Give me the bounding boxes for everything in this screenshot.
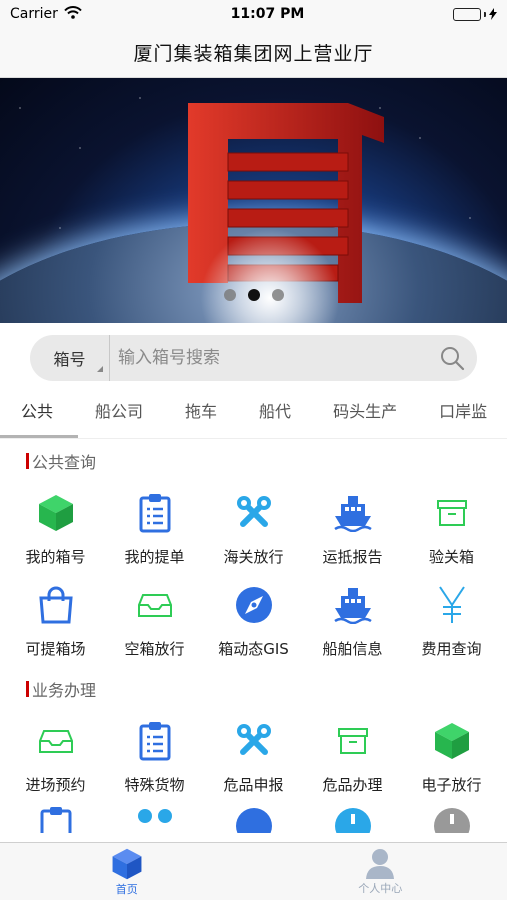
tools-icon [134, 805, 176, 833]
wifi-icon [64, 5, 82, 23]
tab-trucking[interactable]: 拖车 [164, 398, 238, 422]
yen-icon [431, 584, 473, 626]
grid-item-inspection-box[interactable]: 验关箱 [402, 483, 501, 575]
grid-item-empty-release[interactable]: 空箱放行 [105, 575, 204, 667]
grid-item-partial-3[interactable] [204, 803, 303, 833]
archive-box-icon [332, 720, 374, 762]
grid-item-partial-1[interactable] [6, 803, 105, 833]
tab-indicator [0, 435, 78, 438]
grid-item-label: 特殊货物 [124, 775, 185, 794]
section-title-text: 公共查询 [32, 453, 97, 472]
tabbar-profile[interactable]: 个人中心 [254, 843, 507, 900]
carousel-dots[interactable] [0, 289, 507, 301]
cube-icon [112, 848, 142, 879]
nav-bar: 厦门集装箱集团网上营业厅 [0, 28, 507, 78]
cube-icon [35, 492, 77, 534]
search-area: 箱号 [0, 323, 507, 381]
grid-item-fee-query[interactable]: 费用查询 [402, 575, 501, 667]
tab-public[interactable]: 公共 [0, 398, 74, 422]
grid-item-label: 进场预约 [25, 775, 86, 794]
grid-item-label: 验关箱 [428, 547, 474, 566]
section-title-public: 公共查询 [0, 439, 507, 483]
carousel-dot-3[interactable] [271, 289, 284, 301]
carousel-dot-2[interactable] [247, 289, 260, 301]
clipboard-icon [134, 492, 176, 534]
ship-icon [332, 584, 374, 626]
grid-item-label: 空箱放行 [124, 639, 185, 658]
info-icon [332, 805, 374, 833]
section-marker [26, 453, 29, 469]
search-input[interactable] [110, 348, 427, 368]
bottom-tab-bar: 首页 个人中心 [0, 842, 507, 900]
tools-icon [233, 720, 275, 762]
grid-item-vessel-info[interactable]: 船舶信息 [303, 575, 402, 667]
grid-item-partial-2[interactable] [105, 803, 204, 833]
clipboard-icon [134, 720, 176, 762]
archive-box-icon [431, 492, 473, 534]
banner-carousel[interactable] [0, 78, 507, 323]
business-grid-overflow-row [0, 803, 507, 833]
grid-item-arrival-report[interactable]: 运抵报告 [303, 483, 402, 575]
grid-item-label: 箱动态GIS [218, 639, 289, 658]
grid-item-customs-release[interactable]: 海关放行 [204, 483, 303, 575]
user-icon [366, 848, 395, 879]
tab-terminal-production[interactable]: 码头生产 [312, 398, 418, 422]
grid-item-label: 电子放行 [421, 775, 482, 794]
battery-icon [453, 7, 497, 21]
section-title-business: 业务办理 [0, 667, 507, 711]
grid-item-label: 我的箱号 [25, 547, 86, 566]
grid-item-partial-4[interactable] [303, 803, 402, 833]
search-icon[interactable] [427, 345, 477, 371]
section-marker [26, 681, 29, 697]
section-title-text: 业务办理 [32, 681, 97, 700]
grid-item-entry-appointment[interactable]: 进场预约 [6, 711, 105, 803]
tab-shipping-company[interactable]: 船公司 [74, 398, 164, 422]
grid-item-label: 可提箱场 [25, 639, 86, 658]
public-query-grid: 我的箱号 我的提单 海关放行 运抵报告 验关箱 可提箱场 空箱放行 箱动态GIS… [0, 483, 507, 667]
clipboard-icon [35, 805, 77, 833]
compass-icon [233, 805, 275, 833]
business-grid: 进场预约 特殊货物 危品申报 危品办理 电子放行 [0, 711, 507, 803]
more-icon [431, 805, 473, 833]
tabbar-home-label: 首页 [115, 882, 138, 896]
grid-item-label: 运抵报告 [322, 547, 383, 566]
search-type-selector[interactable]: 箱号 [30, 335, 110, 381]
clock: 11:07 PM [230, 6, 305, 22]
inbox-icon [35, 720, 77, 762]
grid-item-container-gis[interactable]: 箱动态GIS [204, 575, 303, 667]
grid-item-special-cargo[interactable]: 特殊货物 [105, 711, 204, 803]
shopping-bag-icon [35, 584, 77, 626]
grid-item-electronic-release[interactable]: 电子放行 [402, 711, 501, 803]
tools-icon [233, 492, 275, 534]
grid-item-label: 费用查询 [421, 639, 482, 658]
tabbar-profile-label: 个人中心 [358, 881, 403, 895]
grid-item-label: 我的提单 [124, 547, 185, 566]
grid-item-dangerous-declare[interactable]: 危品申报 [204, 711, 303, 803]
search-bar: 箱号 [30, 335, 477, 381]
ship-icon [332, 492, 374, 534]
grid-item-dangerous-handling[interactable]: 危品办理 [303, 711, 402, 803]
grid-item-partial-5[interactable] [402, 803, 501, 833]
search-type-label: 箱号 [53, 350, 86, 369]
compass-icon [233, 584, 275, 626]
grid-item-label: 海关放行 [223, 547, 284, 566]
page-title: 厦门集装箱集团网上营业厅 [133, 43, 374, 65]
grid-item-label: 危品办理 [322, 775, 383, 794]
grid-item-my-container[interactable]: 我的箱号 [6, 483, 105, 575]
grid-item-label: 船舶信息 [322, 639, 383, 658]
inbox-icon [134, 584, 176, 626]
tabbar-home[interactable]: 首页 [0, 843, 254, 900]
tab-shipping-agent[interactable]: 船代 [238, 398, 312, 422]
charging-bolt-icon [489, 8, 497, 20]
grid-item-label: 危品申报 [223, 775, 284, 794]
category-tabs: 公共 船公司 拖车 船代 码头生产 口岸监 [0, 381, 507, 439]
carousel-dot-1[interactable] [223, 289, 236, 301]
status-bar: Carrier 11:07 PM [0, 0, 507, 28]
tab-port-supervision[interactable]: 口岸监 [418, 398, 507, 422]
dropdown-corner-icon [97, 366, 103, 372]
cube-icon [431, 720, 473, 762]
grid-item-my-bill[interactable]: 我的提单 [105, 483, 204, 575]
grid-item-pickup-yard[interactable]: 可提箱场 [6, 575, 105, 667]
carrier-label: Carrier [10, 6, 58, 22]
